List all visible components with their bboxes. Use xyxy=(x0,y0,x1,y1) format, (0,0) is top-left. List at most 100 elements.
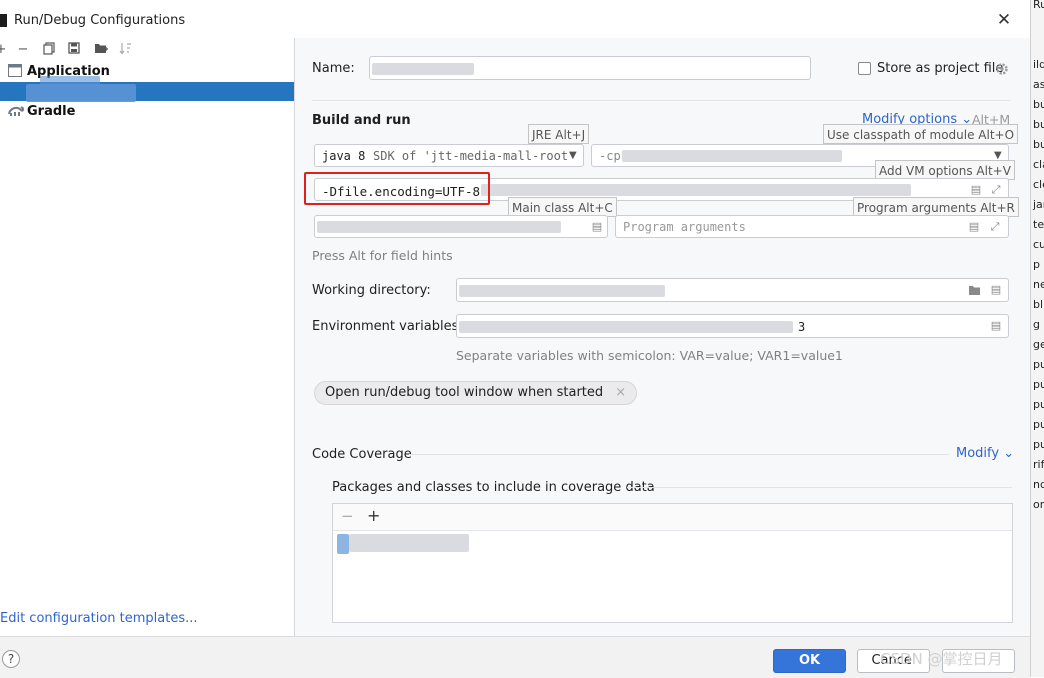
background-window-item: cur xyxy=(1033,238,1044,251)
ok-button[interactable]: OK xyxy=(773,649,846,673)
name-label: Name: xyxy=(312,61,355,76)
vm-options-value: -Dfile.encoding=UTF-8 xyxy=(322,184,481,199)
main-class-value-redacted xyxy=(317,221,561,233)
modify-coverage-label: Modify xyxy=(956,446,1000,461)
tree-item-gradle[interactable]: Gradle xyxy=(27,104,75,119)
coverage-list-toolbar xyxy=(333,504,1012,531)
name-value-redacted xyxy=(372,63,474,75)
gear-icon[interactable] xyxy=(995,62,1009,80)
code-coverage-heading: Code Coverage xyxy=(312,447,412,462)
environment-variables-value-redacted xyxy=(459,321,793,333)
add-entry-icon[interactable]: + xyxy=(367,506,380,525)
remove-entry-icon[interactable]: − xyxy=(341,507,354,525)
classpath-value-redacted xyxy=(622,150,842,162)
background-window-item: blis xyxy=(1033,298,1044,311)
main-class-tooltip: Main class Alt+C xyxy=(508,197,617,217)
background-window-item: as xyxy=(1033,78,1044,91)
chevron-down-icon: ⌄ xyxy=(999,446,1015,461)
background-window-item: bu xyxy=(1033,118,1044,131)
working-directory-value-redacted xyxy=(459,285,665,297)
package-entry-redacted xyxy=(349,534,469,552)
code-coverage-separator xyxy=(409,454,949,455)
working-directory-label: Working directory: xyxy=(312,283,431,298)
vm-options-extra-redacted xyxy=(481,184,911,196)
background-window: Run Configu ildasbububuclaclejartescurpn… xyxy=(1030,0,1044,677)
jre-value: java 8 xyxy=(322,149,366,163)
modify-coverage-link[interactable]: Modify ⌄ xyxy=(956,446,1014,461)
expand-field-icon[interactable]: ▤ xyxy=(970,184,982,196)
working-directory-input[interactable]: ▤ xyxy=(456,278,1009,302)
background-window-item: pu xyxy=(1033,418,1044,431)
background-window-item: ont xyxy=(1033,498,1044,511)
store-as-project-file-checkbox[interactable] xyxy=(858,62,871,75)
config-name-redacted xyxy=(26,84,136,102)
environment-variables-hint: Separate variables with semicolon: VAR=v… xyxy=(456,348,843,363)
environment-variables-label: Environment variables: xyxy=(312,319,463,334)
gradle-icon xyxy=(8,105,25,121)
application-folder-icon xyxy=(8,64,22,81)
classpath-tooltip: Use classpath of module Alt+O xyxy=(823,124,1019,144)
background-window-item: bu xyxy=(1033,138,1044,151)
background-window-item: ild xyxy=(1033,58,1044,71)
browse-main-class-icon[interactable]: ▤ xyxy=(591,221,603,233)
program-arguments-tooltip: Program arguments Alt+R xyxy=(853,197,1019,217)
watermark: CSDN @掌控日月 xyxy=(880,650,1003,668)
program-arguments-input[interactable]: Program arguments ▤ ⤢ xyxy=(615,215,1009,238)
background-window-item: pu xyxy=(1033,398,1044,411)
cp-prefix: -cp xyxy=(599,149,621,163)
background-window-item: pu xyxy=(1033,378,1044,391)
fullscreen-arguments-icon[interactable]: ⤢ xyxy=(989,221,1001,233)
chip-close-icon[interactable]: × xyxy=(615,385,626,400)
press-alt-hint: Press Alt for field hints xyxy=(312,248,453,263)
background-window-item: p xyxy=(1033,258,1040,271)
background-window-item: rifi xyxy=(1033,458,1044,471)
dialog-title: Run/Debug Configurations xyxy=(14,13,186,28)
copy-icon[interactable] xyxy=(42,42,56,58)
help-button[interactable]: ? xyxy=(2,650,20,668)
packages-separator xyxy=(627,487,1012,488)
background-window-title: Run Configu xyxy=(1033,0,1044,11)
background-window-item: ner xyxy=(1033,278,1044,291)
open-tool-window-chip-label: Open run/debug tool window when started xyxy=(325,385,604,400)
packages-label: Packages and classes to include in cover… xyxy=(332,480,655,495)
environment-variables-value-suffix: 3 xyxy=(798,320,806,334)
remove-icon[interactable]: − xyxy=(16,42,30,58)
expand-arguments-icon[interactable]: ▤ xyxy=(968,221,980,233)
add-icon[interactable]: + xyxy=(0,42,8,58)
open-tool-window-chip[interactable]: Open run/debug tool window when started … xyxy=(314,381,638,405)
background-window-item: pu xyxy=(1033,358,1044,371)
configurations-tree-panel xyxy=(0,38,295,636)
background-window-item: jar xyxy=(1033,198,1044,211)
jre-dropdown-icon: ▼ xyxy=(569,150,577,161)
sort-icon[interactable] xyxy=(119,42,133,58)
edit-configuration-templates-link[interactable]: Edit configuration templates... xyxy=(0,611,198,626)
coverage-packages-list: − + xyxy=(332,503,1013,623)
environment-variables-edit-icon[interactable]: ▤ xyxy=(990,320,1002,332)
store-as-project-file-label: Store as project file xyxy=(877,61,1004,76)
vm-options-tooltip: Add VM options Alt+V xyxy=(875,160,1015,180)
name-input[interactable] xyxy=(369,56,811,80)
working-directory-macro-icon[interactable]: ▤ xyxy=(990,284,1002,296)
config-name-redacted-top xyxy=(40,76,100,86)
dialog-titlebar: Run/Debug Configurations ✕ xyxy=(0,0,1030,41)
jre-tooltip: JRE Alt+J xyxy=(528,124,590,144)
build-and-run-heading: Build and run xyxy=(312,113,411,128)
background-window-item: g xyxy=(1033,318,1040,331)
background-window-item: cla xyxy=(1033,158,1044,171)
environment-variables-input[interactable]: 3 ▤ xyxy=(456,314,1009,338)
main-class-input[interactable]: ▤ xyxy=(314,215,608,238)
background-window-item: pu xyxy=(1033,438,1044,451)
background-window-item: tes xyxy=(1033,218,1044,231)
jre-select[interactable]: java 8 SDK of 'jtt-media-mall-root ▼ xyxy=(314,144,584,167)
save-icon[interactable] xyxy=(67,42,81,58)
background-window-item: cle xyxy=(1033,178,1044,191)
background-window-item: nde xyxy=(1033,478,1044,491)
folder-icon[interactable] xyxy=(968,284,980,296)
new-folder-icon[interactable] xyxy=(94,42,108,58)
background-window-item: bu xyxy=(1033,98,1044,111)
close-icon[interactable]: ✕ xyxy=(994,10,1014,30)
program-arguments-placeholder: Program arguments xyxy=(623,220,746,234)
jre-sdk-text: SDK of 'jtt-media-mall-root xyxy=(373,149,569,163)
fullscreen-icon[interactable]: ⤢ xyxy=(990,184,1002,196)
app-icon xyxy=(0,14,7,27)
